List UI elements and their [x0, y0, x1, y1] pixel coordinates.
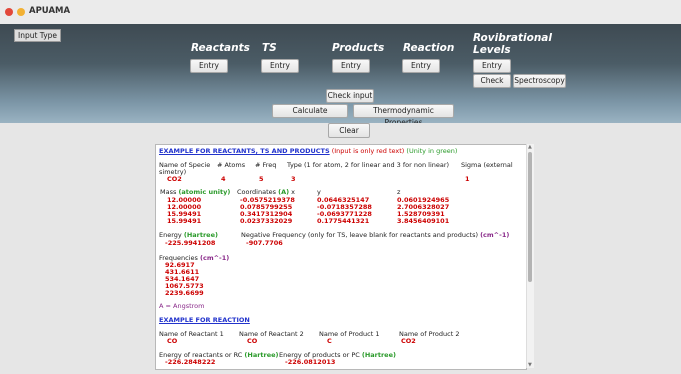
spectroscopy-button[interactable]: Spectroscopy: [513, 74, 566, 88]
title-bar: APUAMA: [0, 0, 681, 25]
coord-y-label: y: [317, 188, 321, 196]
ts-entry-button[interactable]: Entry: [261, 59, 299, 73]
vertical-scrollbar[interactable]: ▲ ▼: [526, 144, 534, 368]
value-sigma: 1: [465, 175, 470, 183]
reaction-example-title: EXAMPLE FOR REACTION: [159, 316, 250, 324]
angstrom-note: A = Angstrom: [159, 302, 205, 310]
coord-x-4: 0.0237332029: [240, 217, 293, 225]
header-sigma: Sigma (external: [461, 161, 513, 169]
minimize-icon[interactable]: [17, 8, 25, 16]
example-title: EXAMPLE FOR REACTANTS, TS AND PRODUCTS: [159, 147, 330, 155]
reactant-2-value: CO: [247, 337, 258, 345]
products-label: Products: [332, 42, 385, 54]
energy-reactants-unit: (Hartree): [244, 351, 279, 359]
negfreq-unit: (cm^-1): [480, 231, 510, 239]
reactants-label: Reactants: [191, 42, 250, 54]
example-text-panel: EXAMPLE FOR REACTANTS, TS AND PRODUCTS (…: [155, 144, 527, 370]
reaction-entry-button[interactable]: Entry: [402, 59, 440, 73]
header-type: Type (1 for atom, 2 for linear and 3 for…: [287, 161, 450, 169]
mass-label: Mass: [160, 188, 177, 196]
coord-z-label: z: [397, 188, 401, 196]
window-title: APUAMA: [29, 6, 71, 16]
rovib-check-button[interactable]: Check: [473, 74, 511, 88]
energy-unit: (Hartree): [183, 231, 218, 239]
value-freq: 5: [259, 175, 264, 183]
clear-button[interactable]: Clear: [328, 123, 370, 138]
reactants-entry-button[interactable]: Entry: [190, 59, 228, 73]
energy-products-value: -226.0812013: [285, 358, 336, 366]
value-type: 3: [291, 175, 296, 183]
reaction-label: Reaction: [403, 42, 455, 54]
close-icon[interactable]: [5, 8, 13, 16]
coord-unit: (A): [278, 188, 290, 196]
mass-4: 15.99491: [167, 217, 202, 225]
freq-unit: (cm^-1): [200, 254, 230, 262]
calculate-button[interactable]: Calculate: [272, 104, 348, 118]
energy-reactants-value: -226.2848222: [165, 358, 216, 366]
reactant-1-value: CO: [167, 337, 178, 345]
check-input-button[interactable]: Check input: [326, 89, 374, 103]
thermodynamic-properties-button[interactable]: Thermodynamic Properties: [353, 104, 454, 127]
energy-label: Energy: [159, 231, 182, 239]
coord-y-4: 0.1775441321: [317, 217, 370, 225]
unit-note: (Unity in green): [406, 147, 458, 155]
scroll-up-icon[interactable]: ▲: [528, 144, 532, 150]
coord-z-4: 3.8456409101: [397, 217, 450, 225]
header-atoms: # Atoms: [217, 161, 246, 169]
value-atoms: 4: [221, 175, 226, 183]
scroll-down-icon[interactable]: ▼: [528, 362, 532, 368]
rovibrational-label: Rovibrational: [473, 32, 552, 44]
value-name: CO2: [167, 175, 182, 183]
input-type-button[interactable]: Input Type: [14, 29, 62, 42]
energy-products-unit: (Hartree): [361, 351, 396, 359]
energy-value: -225.9941208: [165, 239, 216, 247]
scrollbar-thumb[interactable]: [528, 152, 532, 282]
coord-x-label: x: [291, 188, 296, 196]
freq-5: 2239.6699: [165, 289, 204, 297]
negfreq-label: Negative Frequency (only for TS, leave b…: [241, 231, 478, 239]
ts-label: TS: [262, 42, 277, 54]
mass-unit: (atomic unity): [178, 188, 231, 196]
product-2-value: CO2: [401, 337, 416, 345]
product-1-value: C: [327, 337, 332, 345]
levels-label: Levels: [473, 44, 511, 56]
coord-label: Coordinates: [237, 188, 277, 196]
products-entry-button[interactable]: Entry: [332, 59, 370, 73]
negfreq-value: -907.7706: [246, 239, 283, 247]
header-freq: # Freq: [255, 161, 277, 169]
input-note: (Input is only red text): [331, 147, 405, 155]
rovib-entry-button[interactable]: Entry: [473, 59, 511, 73]
